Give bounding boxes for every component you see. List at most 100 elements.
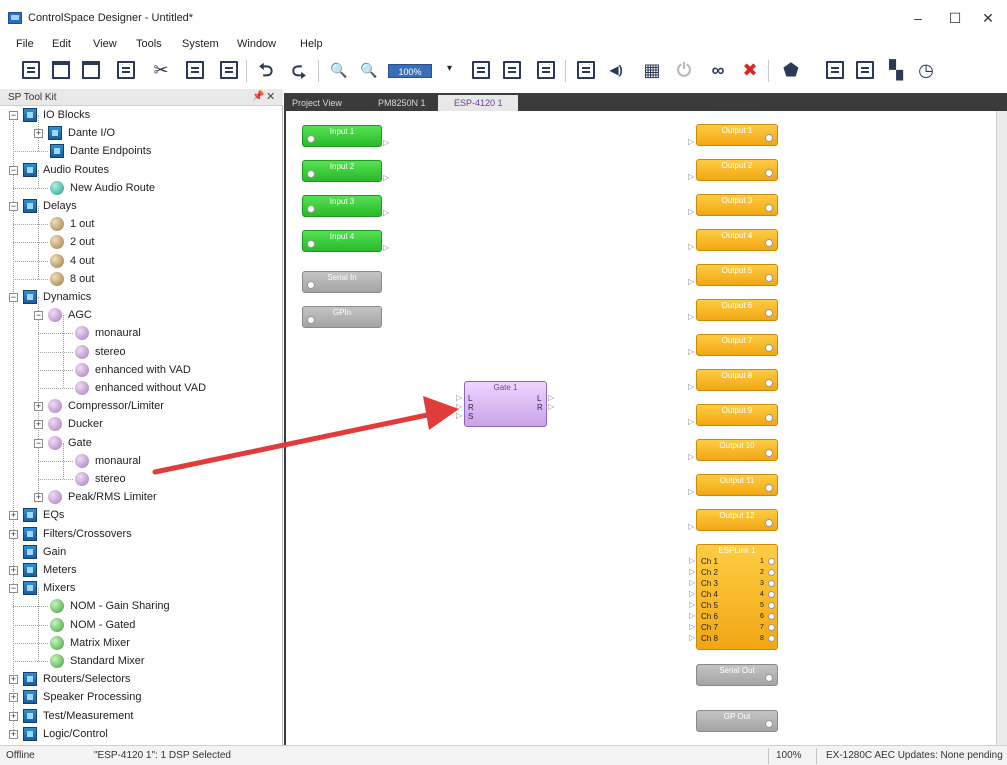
- expand-icon[interactable]: +: [34, 129, 43, 139]
- collapse-icon[interactable]: −: [34, 438, 43, 448]
- close-icon[interactable]: ✕: [266, 90, 275, 103]
- menu-edit[interactable]: Edit: [52, 38, 71, 50]
- menu-tools[interactable]: Tools: [136, 38, 162, 50]
- tree-item[interactable]: + Speaker Processing: [0, 688, 283, 706]
- grid-icon[interactable]: [472, 61, 490, 79]
- device-icon[interactable]: ▚: [887, 61, 905, 79]
- expand-icon[interactable]: +: [9, 529, 18, 539]
- output-block[interactable]: Output 1: [696, 124, 778, 146]
- tree-item[interactable]: + Dante I/O: [0, 124, 283, 142]
- output-block[interactable]: Output 9: [696, 404, 778, 426]
- pin-icon[interactable]: 📌: [252, 91, 264, 102]
- open-icon[interactable]: [52, 61, 70, 79]
- tab-pm8250n[interactable]: PM8250N 1: [356, 95, 436, 111]
- collapse-icon[interactable]: −: [9, 293, 18, 302]
- list-icon[interactable]: [826, 61, 844, 79]
- page-icon[interactable]: [577, 61, 595, 79]
- tree-item[interactable]: Dante Endpoints: [0, 142, 283, 160]
- menu-file[interactable]: File: [16, 38, 34, 50]
- clock-icon[interactable]: ◷: [917, 61, 935, 79]
- output-block[interactable]: Output 11: [696, 474, 778, 496]
- tree-item[interactable]: Standard Mixer: [0, 652, 283, 670]
- tree-item[interactable]: − Mixers: [0, 579, 283, 597]
- menu-view[interactable]: View: [93, 38, 117, 50]
- power-icon[interactable]: ⏻: [675, 61, 693, 79]
- expand-icon[interactable]: +: [34, 493, 43, 503]
- tree-item[interactable]: 2 out: [0, 233, 283, 251]
- window-icon[interactable]: [503, 61, 521, 79]
- copy-icon[interactable]: [186, 61, 204, 79]
- serial-input-block[interactable]: GPIn: [302, 306, 382, 328]
- tree-item[interactable]: monaural: [0, 452, 283, 470]
- input-block[interactable]: Input 2: [302, 160, 382, 182]
- firmware-icon[interactable]: ⬟: [782, 61, 800, 79]
- tree-item[interactable]: New Audio Route: [0, 179, 283, 197]
- tree-item[interactable]: Gain: [0, 543, 283, 561]
- collapse-icon[interactable]: −: [9, 111, 18, 120]
- tree-item[interactable]: 4 out: [0, 252, 283, 270]
- cut-icon[interactable]: ✂: [152, 61, 170, 79]
- vertical-scrollbar[interactable]: [996, 111, 1007, 745]
- tree-item[interactable]: + Logic/Control: [0, 725, 283, 743]
- zoom-out-icon[interactable]: 🔍: [360, 61, 378, 79]
- speaker-icon[interactable]: ◀): [607, 61, 625, 79]
- tree-item[interactable]: + Routers/Selectors: [0, 670, 283, 688]
- tree-item[interactable]: − AGC: [0, 306, 283, 324]
- expand-icon[interactable]: +: [9, 711, 18, 721]
- tree-item[interactable]: stereo: [0, 343, 283, 361]
- undo-icon[interactable]: ⮌: [257, 61, 275, 79]
- tree-item[interactable]: monaural: [0, 324, 283, 342]
- save-icon[interactable]: [117, 61, 135, 79]
- tree-item[interactable]: 8 out: [0, 270, 283, 288]
- tab-project-view[interactable]: Project View: [286, 95, 354, 111]
- maximize-button[interactable]: ☐: [945, 8, 965, 28]
- tree-item[interactable]: − Audio Routes: [0, 161, 283, 179]
- gate-block[interactable]: Gate 1LRSLR: [464, 381, 547, 427]
- expand-icon[interactable]: +: [34, 420, 43, 430]
- tree-item[interactable]: + EQs: [0, 506, 283, 524]
- tree-item[interactable]: stereo: [0, 470, 283, 488]
- tree-item[interactable]: − IO Blocks: [0, 106, 283, 124]
- tree-item[interactable]: + Filters/Crossovers: [0, 525, 283, 543]
- output-block[interactable]: Output 4: [696, 229, 778, 251]
- output-block[interactable]: Output 2: [696, 159, 778, 181]
- output-block[interactable]: Output 12: [696, 509, 778, 531]
- tree-item[interactable]: Matrix Mixer: [0, 634, 283, 652]
- output-block[interactable]: Output 5: [696, 264, 778, 286]
- output-block[interactable]: Output 6: [696, 299, 778, 321]
- tree-item[interactable]: NOM - Gain Sharing: [0, 597, 283, 615]
- collapse-icon[interactable]: −: [34, 311, 43, 321]
- network-icon[interactable]: ▦: [643, 61, 661, 79]
- tree-item[interactable]: enhanced with VAD: [0, 361, 283, 379]
- tree-item[interactable]: + Meters: [0, 561, 283, 579]
- expand-icon[interactable]: +: [9, 511, 18, 521]
- tree-item[interactable]: enhanced without VAD: [0, 379, 283, 397]
- expand-icon[interactable]: +: [34, 402, 43, 412]
- list-icon[interactable]: [856, 61, 874, 79]
- serial-output-block[interactable]: Serial Out: [696, 664, 778, 686]
- expand-icon[interactable]: +: [9, 566, 18, 575]
- menu-window[interactable]: Window: [237, 38, 276, 50]
- output-block[interactable]: Output 3: [696, 194, 778, 216]
- zoom-level-field[interactable]: 100%: [388, 64, 432, 78]
- minimize-button[interactable]: –: [908, 8, 928, 28]
- menu-help[interactable]: Help: [300, 38, 323, 50]
- collapse-icon[interactable]: −: [9, 165, 18, 175]
- input-block[interactable]: Input 3: [302, 195, 382, 217]
- close-button[interactable]: ✕: [978, 8, 998, 28]
- zoom-in-icon[interactable]: 🔍: [330, 61, 348, 79]
- input-block[interactable]: Input 4: [302, 230, 382, 252]
- tree-item[interactable]: + Ducker: [0, 415, 283, 433]
- new-document-icon[interactable]: [22, 61, 40, 79]
- redo-icon[interactable]: ⮎: [290, 61, 308, 79]
- serial-output-block[interactable]: GP Out: [696, 710, 778, 732]
- tree-item[interactable]: + Compressor/Limiter: [0, 397, 283, 415]
- design-canvas[interactable]: Input 1 ▷ Input 2 ▷ Input 3 ▷ Input 4 ▷ Serial I…: [284, 111, 996, 745]
- tree-item[interactable]: − Delays: [0, 197, 283, 215]
- binoculars-icon[interactable]: ∞: [709, 61, 727, 79]
- zoom-dropdown-icon[interactable]: ▾: [447, 63, 452, 74]
- paste-icon[interactable]: [220, 61, 238, 79]
- output-block[interactable]: Output 7: [696, 334, 778, 356]
- tab-esp-4120[interactable]: ESP-4120 1: [438, 95, 518, 111]
- window-icon[interactable]: [537, 61, 555, 79]
